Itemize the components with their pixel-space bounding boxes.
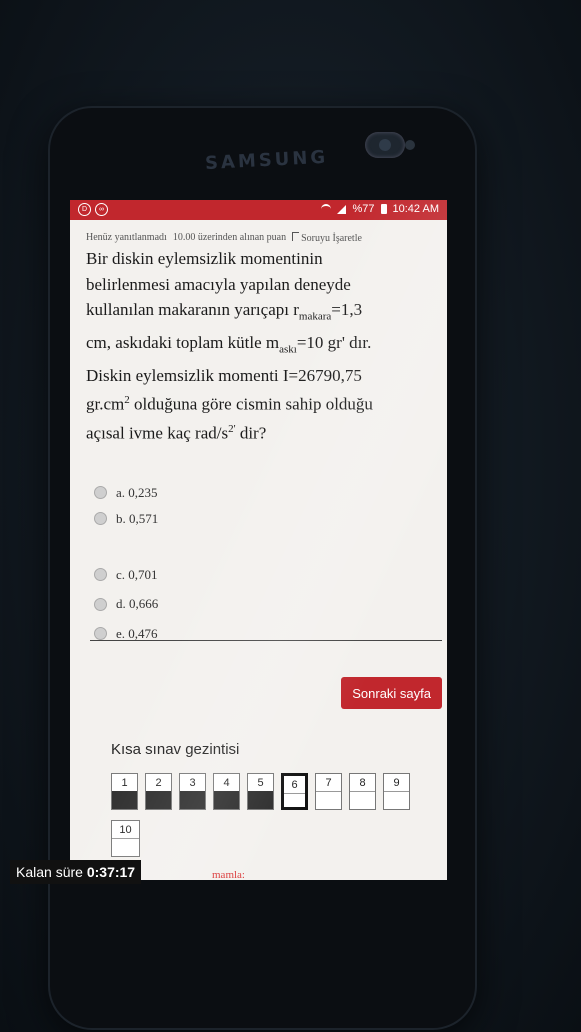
question-line: açısal ivme kaç rad/s2' dir? [86,423,267,444]
question-text: Bir diskin eylemsizlik momentinin belirl… [86,246,431,447]
flag-question-link[interactable]: Soruyu İşaretle [292,232,362,244]
link-icon: ∞ [95,203,108,216]
timer-value: 0:37:17 [86,864,136,880]
option-label: b. 0,571 [116,510,159,526]
option-d[interactable]: d. 0,666 [94,588,431,621]
question-line: gr.cm2 olduğuna göre cismin sahip olduğu [86,394,373,414]
radio-button[interactable] [94,486,107,500]
sensor [405,140,415,150]
flag-label: Soruyu İşaretle [301,233,362,244]
quiz-nav-button-10[interactable]: 10 [111,820,140,857]
option-a[interactable]: a. 0,235 [94,480,431,506]
clock: 10:42 AM [392,203,439,215]
timer-label: Kalan süre [16,864,83,880]
quiz-nav-button-5[interactable]: 5 [247,773,274,810]
battery-percent: %77 [352,203,375,215]
option-label: d. 0,666 [116,596,159,612]
quiz-nav-button-2[interactable]: 2 [145,773,172,810]
status-bar: D ∞ %77 10:42 AM [70,200,447,220]
radio-button[interactable] [94,627,107,641]
question-line: Diskin eylemsizlik momenti I=26790,75 [86,365,362,385]
radio-button[interactable] [94,512,107,526]
question-line: kullanılan makaranın yarıçapı rmakara=1,… [86,300,363,323]
battery-icon [380,204,387,214]
quiz-nav-button-4[interactable]: 4 [213,773,240,810]
option-label: a. 0,235 [116,484,158,500]
question-state: Henüz yanıtlanmadı [86,232,167,243]
quiz-nav-button-6[interactable]: 6 [281,773,308,810]
answer-options: a. 0,235 b. 0,571 c. 0,701 d. 0,666 e. 0… [86,480,431,647]
front-camera [365,132,405,158]
question-line: Bir diskin eylemsizlik momentinin [86,249,323,268]
quiz-nav-button-9[interactable]: 9 [383,773,410,810]
question-info: Henüz yanıtlanmadı 10.00 üzerinden alına… [86,232,431,244]
quiz-nav-button-8[interactable]: 8 [349,773,376,810]
quiz-navigation-title: Kısa sınav gezintisi [111,741,240,758]
radio-button[interactable] [94,597,107,611]
time-remaining: Kalan süre 0:37:17 [10,860,142,884]
signal-icon [337,204,347,214]
quiz-nav-button-3[interactable]: 3 [179,773,206,810]
question-points: 10.00 üzerinden alınan puan [172,232,287,243]
partial-text: mamla: [212,869,245,881]
quiz-nav-button-7[interactable]: 7 [315,773,342,810]
option-b[interactable]: b. 0,571 [94,506,431,532]
flag-icon [292,232,300,241]
phone-screen: D ∞ %77 10:42 AM Henüz yanıtlanmadı 10.0… [70,200,447,880]
option-e[interactable]: e. 0,476 [94,621,431,647]
question-line: cm, askıdaki toplam kütle maskı=10 gr' d… [86,332,372,356]
question-line: belirlenmesi amacıyla yapılan deneyde [86,274,351,294]
notification-icon: D [78,203,91,216]
divider [90,640,442,641]
option-label: c. 0,701 [116,566,158,582]
quiz-nav-button-1[interactable]: 1 [111,773,138,810]
next-page-button[interactable]: Sonraki sayfa [341,677,442,709]
option-c[interactable]: c. 0,701 [94,562,431,588]
radio-button[interactable] [94,568,107,582]
wifi-icon [321,204,332,214]
